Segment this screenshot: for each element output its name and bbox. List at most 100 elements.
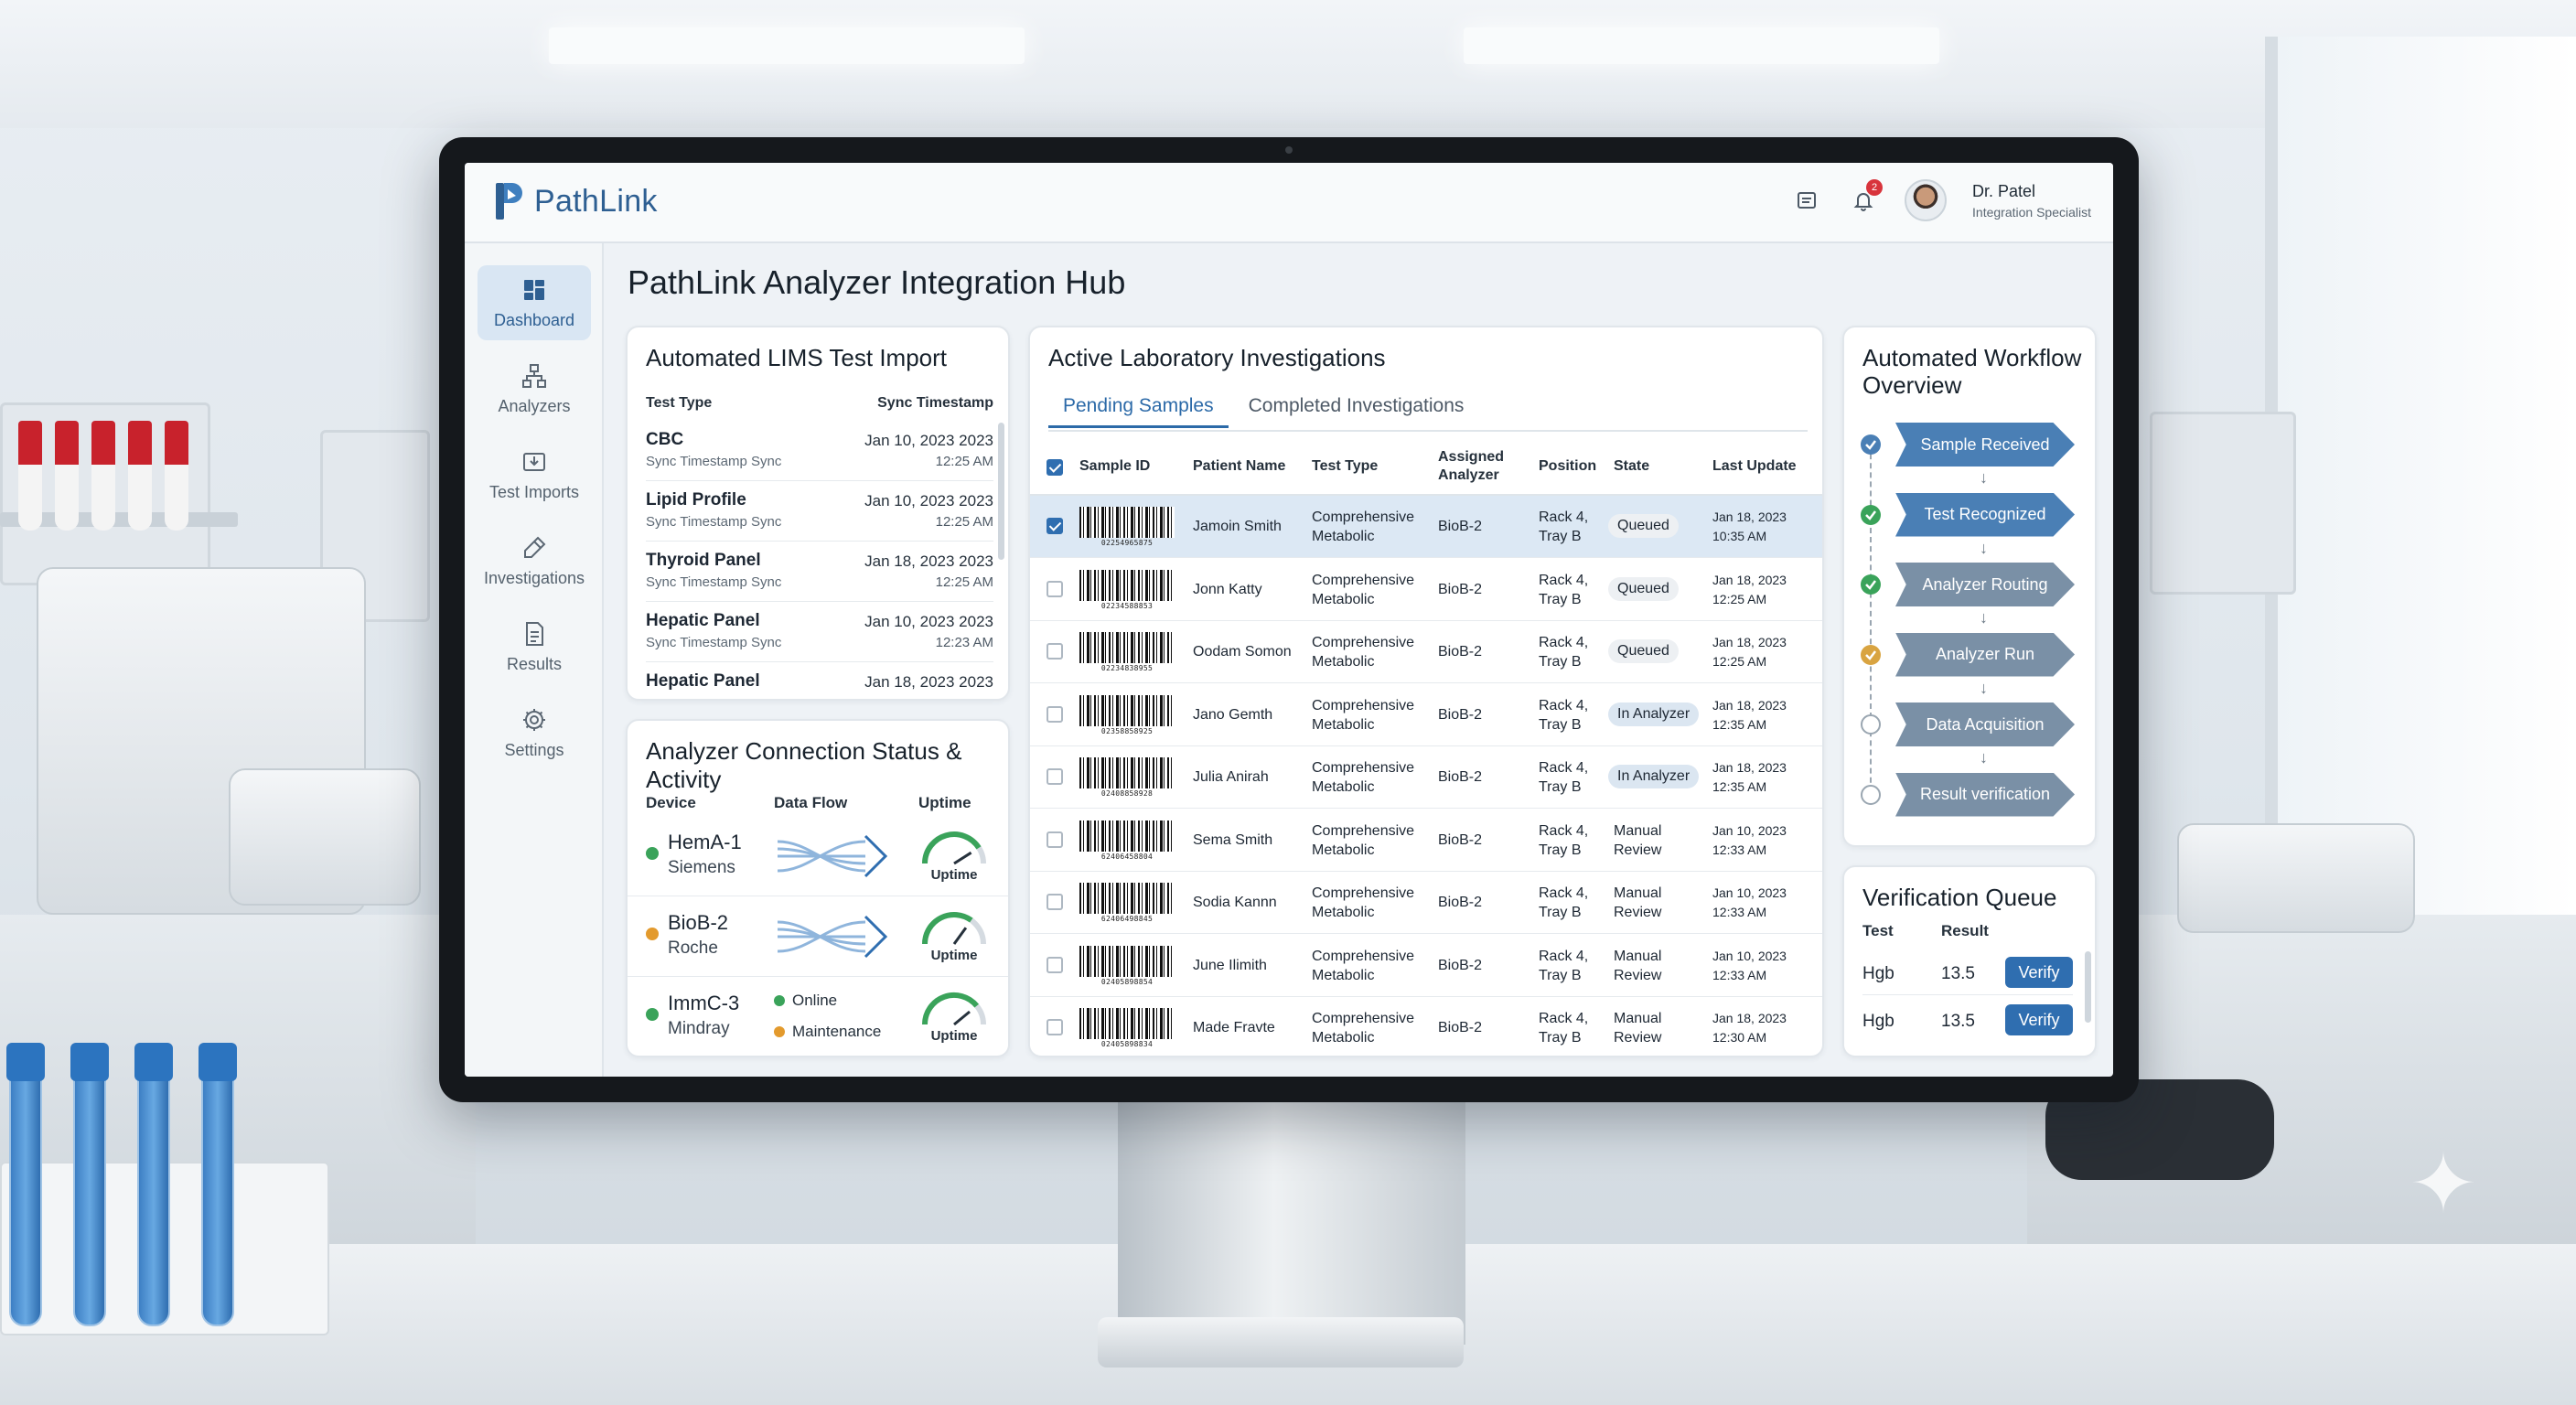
- sample-barcode: 02358858925: [1079, 694, 1175, 737]
- list-item[interactable]: CBC Sync Timestamp Sync Jan 10, 2023 202…: [646, 421, 993, 481]
- tab-divider: [1048, 430, 1808, 432]
- row-checkbox[interactable]: [1046, 643, 1063, 660]
- data-flow-icon: [777, 915, 888, 959]
- col-assigned-analyzer: Assigned Analyzer: [1438, 449, 1505, 483]
- select-all-checkbox[interactable]: [1046, 459, 1063, 476]
- table-row[interactable]: 02234838955 Oodam Somon Comprehensive Meta…: [1030, 621, 1822, 683]
- notifications-bell-icon[interactable]: 2: [1848, 179, 1884, 216]
- sidebar-item-test-imports[interactable]: Test Imports: [478, 437, 591, 512]
- row-checkbox[interactable]: [1046, 831, 1063, 848]
- sidebar-item-label: Analyzers: [498, 396, 571, 415]
- row-checkbox[interactable]: [1046, 1019, 1063, 1035]
- verify-button[interactable]: Verify: [2005, 957, 2073, 988]
- test-type: Comprehensive Metabolic: [1312, 697, 1415, 733]
- test-name: Hgb: [1862, 964, 1894, 983]
- table-row[interactable]: 02358858925 Jano Gemth Comprehensive Metab…: [1030, 684, 1822, 746]
- table-row[interactable]: 62406498845 Sodia Kannn Comprehensive Meta…: [1030, 872, 1822, 934]
- test-name: Hgb: [1862, 1012, 1894, 1031]
- workflow-step[interactable]: Sample Received: [1895, 423, 2075, 467]
- sample-tube: [18, 421, 42, 531]
- sidebar-item-analyzers[interactable]: Analyzers: [478, 351, 591, 426]
- col-last-update: Last Update: [1712, 458, 1797, 474]
- row-checkbox[interactable]: [1046, 768, 1063, 785]
- brand-logo[interactable]: PathLink: [492, 181, 658, 221]
- device-vendor: Roche: [668, 938, 718, 958]
- barcode-number: 02254965875: [1100, 539, 1154, 547]
- user-avatar[interactable]: [1905, 179, 1948, 221]
- table-row[interactable]: 02234588853 Jonn Katty Comprehensive Metab…: [1030, 559, 1822, 621]
- workflow-step[interactable]: Data Acquisition: [1895, 702, 2075, 746]
- legend-label: Maintenance: [792, 1023, 882, 1040]
- check-circle-icon: [1861, 504, 1881, 525]
- sample-barcode: 62406498845: [1079, 883, 1175, 925]
- col-test-type: Test Type: [646, 395, 713, 411]
- sync-date: Jan 18, 2023 2023: [864, 552, 993, 570]
- ceiling-light: [549, 27, 1025, 64]
- workflow-step[interactable]: Analyzer Routing: [1895, 563, 2075, 606]
- update-date: Jan 18, 2023: [1712, 1011, 1787, 1025]
- sidebar-item-label: Investigations: [483, 568, 585, 587]
- patient-name: June Ilimith: [1193, 957, 1267, 973]
- workflow-step[interactable]: Result verification: [1895, 772, 2075, 817]
- card-title: Automated LIMS Test Import: [646, 344, 947, 371]
- user-info[interactable]: Dr. Patel Integration Specialist: [1972, 182, 2091, 220]
- sidebar-item-dashboard[interactable]: Dashboard: [478, 265, 591, 340]
- sync-time: 12:25 AM: [935, 514, 993, 530]
- analyzer-row[interactable]: HemA-1 Siemens Uptime: [628, 816, 1008, 896]
- status-dot: [646, 928, 659, 940]
- row-checkbox[interactable]: [1046, 518, 1063, 534]
- table-row[interactable]: 02254965875 Jamoin Smith Comprehensive Met…: [1030, 496, 1822, 558]
- sample-barcode: 02405898854: [1079, 945, 1175, 988]
- sidebar-item-results[interactable]: Results: [478, 609, 591, 684]
- row-checkbox[interactable]: [1046, 705, 1063, 723]
- scrollbar[interactable]: [2085, 951, 2091, 1023]
- analyzer-status-card: Analyzer Connection Status & Activity De…: [626, 719, 1010, 1057]
- blue-tube: [73, 1061, 106, 1326]
- col-data-flow: Data Flow: [774, 794, 848, 811]
- list-item[interactable]: Hepatic Panel Jan 18, 2023 2023: [646, 662, 993, 699]
- analyzer-row[interactable]: ImmC-3 Mindray Online Maintenance Uptime: [628, 977, 1008, 1056]
- table-row[interactable]: 02405898834 Made Fravte Comprehensive Meta…: [1030, 997, 1822, 1056]
- page-title: PathLink Analyzer Integration Hub: [628, 263, 1126, 301]
- legend-label: Online: [792, 992, 838, 1009]
- messages-icon[interactable]: [1791, 185, 1822, 216]
- scrollbar[interactable]: [998, 423, 1004, 560]
- sample-barcode: 02234588853: [1079, 569, 1175, 612]
- verify-button[interactable]: Verify: [2005, 1004, 2073, 1035]
- row-checkbox[interactable]: [1046, 580, 1063, 597]
- analyzer-row[interactable]: BioB-2 Roche Uptime: [628, 896, 1008, 977]
- test-type: Comprehensive Metabolic: [1312, 822, 1415, 858]
- sidebar-item-investigations[interactable]: Investigations: [478, 523, 591, 598]
- table-row[interactable]: 62406458804 Sema Smith Comprehensive Metab…: [1030, 810, 1822, 872]
- workflow-step[interactable]: Analyzer Run: [1895, 632, 2075, 677]
- assigned-analyzer: BioB-2: [1438, 1020, 1483, 1035]
- position: Rack 4, Tray B: [1539, 509, 1589, 544]
- row-checkbox[interactable]: [1046, 956, 1063, 973]
- col-sample-id: Sample ID: [1079, 458, 1151, 474]
- tab-pending-samples[interactable]: Pending Samples: [1048, 386, 1229, 428]
- list-item[interactable]: Thyroid Panel Sync Timestamp Sync Jan 18…: [646, 542, 993, 602]
- check-circle-icon: [1861, 434, 1881, 455]
- table-row[interactable]: 02408858928 Julia Anirah Comprehensive Met…: [1030, 746, 1822, 809]
- row-checkbox[interactable]: [1046, 894, 1063, 910]
- maintenance-dot: [774, 1026, 785, 1037]
- state-badge: In Analyzer: [1608, 765, 1700, 788]
- workflow-step[interactable]: Test Recognized: [1895, 492, 2075, 537]
- position: Rack 4, Tray B: [1539, 760, 1589, 795]
- test-sync-label: Sync Timestamp Sync: [646, 574, 782, 590]
- online-dot: [774, 995, 785, 1006]
- test-type: Comprehensive Metabolic: [1312, 760, 1415, 795]
- barcode-bars: [1079, 820, 1175, 852]
- barcode-bars: [1079, 1008, 1175, 1039]
- list-item[interactable]: Lipid Profile Sync Timestamp Sync Jan 10…: [646, 481, 993, 542]
- card-title: Verification Queue: [1862, 884, 2057, 911]
- tab-completed-investigations[interactable]: Completed Investigations: [1234, 386, 1479, 428]
- sample-barcode: 02405898834: [1079, 1008, 1175, 1050]
- update-time: 10:35 AM: [1712, 529, 1767, 543]
- workflow-card: Automated Workflow Overview Sample Recei…: [1842, 326, 2097, 847]
- test-type: Comprehensive Metabolic: [1312, 572, 1415, 607]
- sidebar-item-settings[interactable]: Settings: [478, 695, 591, 770]
- list-item[interactable]: Hepatic Panel Sync Timestamp Sync Jan 10…: [646, 602, 993, 662]
- barcode-bars: [1079, 945, 1175, 977]
- table-row[interactable]: 02405898854 June Ilimith Comprehensive Met…: [1030, 935, 1822, 997]
